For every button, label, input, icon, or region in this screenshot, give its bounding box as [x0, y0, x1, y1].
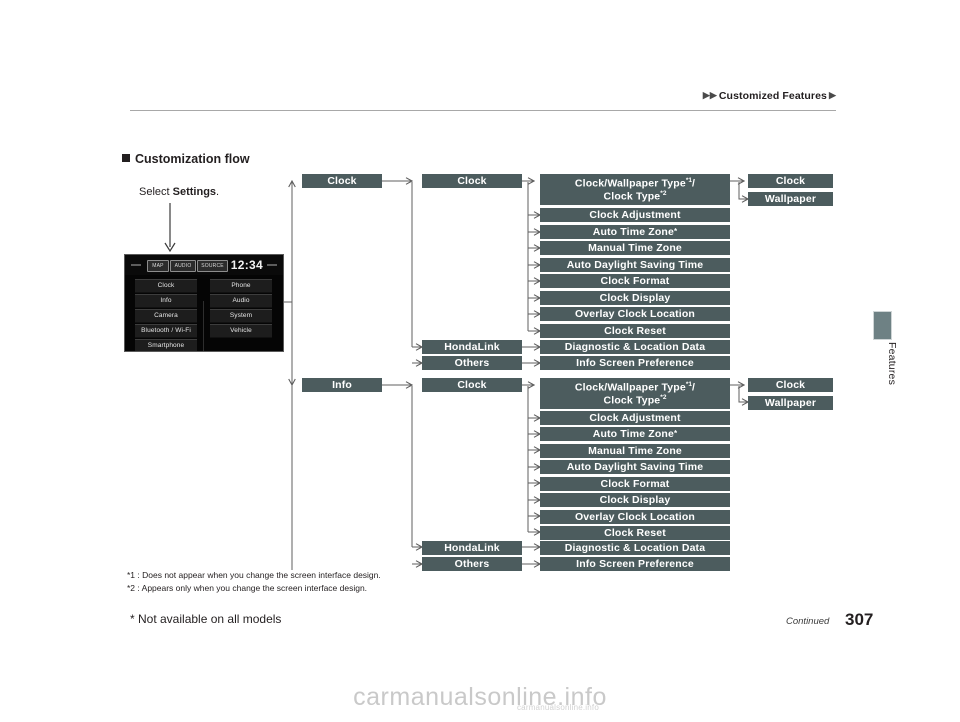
- flow-box-b1-col4-wallpaper: Wallpaper: [748, 192, 833, 206]
- flow-box-b1-col2-clock: Clock: [422, 174, 522, 188]
- watermark-sub-text: carmanualsonline.info: [516, 703, 600, 712]
- flow-box-b2-col1-info: Info: [302, 378, 382, 392]
- flow-box-b1-col1-clock: Clock: [302, 174, 382, 188]
- flow-box-b2-col2-hondalink: HondaLink: [422, 541, 522, 555]
- flow-box-b1-col2-hondalink: HondaLink: [422, 340, 522, 354]
- flow-box-b1-col4-clock: Clock: [748, 174, 833, 188]
- flow-box-b2-diagnostic-location-data: Diagnostic & Location Data: [540, 541, 730, 555]
- watermark-sub: carmanualsonline.info: [0, 703, 960, 712]
- flow-box-b1-col2-others: Others: [422, 356, 522, 370]
- flow-box-b1-diagnostic-location-data: Diagnostic & Location Data: [540, 340, 730, 354]
- flow-box-b2-clock-display: Clock Display: [540, 493, 730, 507]
- flow-box-b1-auto-time-zone: Auto Time Zone *: [540, 225, 730, 239]
- flow-box-b2-col2-others: Others: [422, 557, 522, 571]
- flow-box-b2-auto-daylight-saving-time: Auto Daylight Saving Time: [540, 460, 730, 474]
- page-number: 307: [845, 610, 874, 629]
- not-available-note: * Not available on all models: [130, 612, 282, 626]
- flow-box-b2-col3-clock-wallpaper-type: Clock/Wallpaper Type*1/ Clock Type*2: [540, 378, 730, 409]
- flow-box-b1-auto-daylight-saving-time: Auto Daylight Saving Time: [540, 258, 730, 272]
- cw2-line2: Clock Type*2: [603, 393, 667, 407]
- flow-box-b2-manual-time-zone: Manual Time Zone: [540, 444, 730, 458]
- flow-box-b2-overlay-clock-location: Overlay Clock Location: [540, 510, 730, 524]
- flow-box-b1-manual-time-zone: Manual Time Zone: [540, 241, 730, 255]
- flow-box-b2-col4-clock: Clock: [748, 378, 833, 392]
- manual-page: ▶▶ Customized Features ▶ Features Customiz…: [0, 0, 960, 722]
- flow-box-b1-overlay-clock-location: Overlay Clock Location: [540, 307, 730, 321]
- flow-box-b1-info-screen-preference: Info Screen Preference: [540, 356, 730, 370]
- flow-box-b1-clock-reset: Clock Reset: [540, 324, 730, 338]
- cw2-line1: Clock/Wallpaper Type*1/: [574, 380, 696, 394]
- continued-label: Continued: [786, 616, 830, 627]
- flow-box-b2-info-screen-preference: Info Screen Preference: [540, 557, 730, 571]
- flow-box-b2-clock-reset: Clock Reset: [540, 526, 730, 540]
- flow-box-b2-clock-adjustment: Clock Adjustment: [540, 411, 730, 425]
- flow-box-b1-col3-clock-wallpaper-type: Clock/Wallpaper Type*1/ Clock Type*2: [540, 174, 730, 205]
- flow-box-b1-clock-adjustment: Clock Adjustment: [540, 208, 730, 222]
- cw-line2: Clock Type*2: [603, 189, 667, 203]
- footnote-1: *1 : Does not appear when you change the…: [127, 570, 381, 580]
- flow-box-b1-clock-display: Clock Display: [540, 291, 730, 305]
- flow-box-b2-auto-time-zone: Auto Time Zone *: [540, 427, 730, 441]
- flow-box-b1-clock-format: Clock Format: [540, 274, 730, 288]
- flow-box-b2-clock-format: Clock Format: [540, 477, 730, 491]
- flow-box-b2-col4-wallpaper: Wallpaper: [748, 396, 833, 410]
- flow-box-b2-col2-clock: Clock: [422, 378, 522, 392]
- cw-line1: Clock/Wallpaper Type*1/: [574, 176, 696, 190]
- footnote-2: *2 : Appears only when you change the sc…: [127, 583, 368, 593]
